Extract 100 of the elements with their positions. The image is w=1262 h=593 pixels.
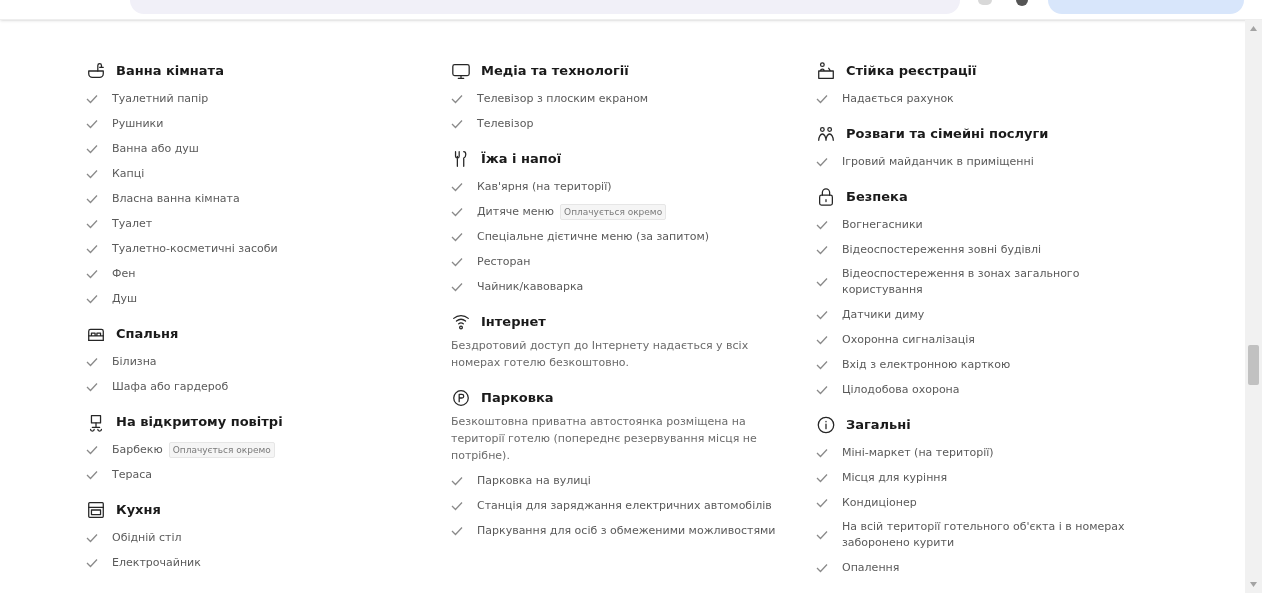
amenity-label: Цілодобова охорона: [842, 381, 960, 398]
checkmark-icon: [816, 447, 828, 458]
checkmark-icon: [86, 532, 98, 543]
amenity-label: Телевізор з плоским екраном: [477, 90, 649, 107]
amenity-label: Капці: [112, 165, 145, 182]
section-heading: Ванна кімната: [116, 62, 224, 81]
amenity-label: Фен: [112, 265, 136, 282]
scrollbar-thumb[interactable]: [1248, 345, 1259, 385]
checkmark-icon: [451, 525, 463, 536]
checkmark-icon: [816, 334, 828, 345]
amenity-label: Датчики диму: [842, 306, 925, 323]
section-heading: Інтернет: [481, 313, 546, 332]
profile-icon[interactable]: [1016, 0, 1028, 6]
amenity-label: Туалетний папір: [112, 90, 209, 107]
amenity-label: На всій території готельного об'єкта і в номерах заборонено курити: [842, 519, 1126, 551]
info-icon: [816, 415, 836, 435]
section-heading: Їжа і напої: [481, 150, 562, 169]
checkmark-icon: [816, 530, 828, 540]
wifi-icon: [451, 312, 471, 332]
checkmark-icon: [451, 231, 463, 242]
checkmark-icon: [86, 218, 98, 229]
amenity-label: Туалетно-косметичні засоби: [112, 240, 278, 257]
section-heading: На відкритому повітрі: [116, 413, 283, 432]
amenity-label: Вхід з електронною карткою: [842, 356, 1011, 373]
checkmark-icon: [816, 277, 828, 287]
section-heading: Розваги та сімейні послуги: [846, 125, 1049, 144]
section-heading: Стійка реєстрації: [846, 62, 977, 81]
checkmark-icon: [86, 268, 98, 279]
menu-icon[interactable]: [978, 0, 992, 5]
account-button[interactable]: [1048, 0, 1244, 14]
amenity-label: Дитяче меню: [477, 203, 555, 220]
checkmark-icon: [86, 243, 98, 254]
amenity-label: Станція для заряджання електричних автомобілів: [477, 497, 772, 514]
checkmark-icon: [86, 193, 98, 204]
amenity-label: Паркування для осіб з обмеженими можливостями: [477, 522, 776, 539]
amenity-label: Місця для куріння: [842, 469, 948, 486]
extra-charge-tag: Оплачується окремо: [168, 441, 275, 458]
checkmark-icon: [816, 359, 828, 370]
amenity-label: Міні-маркет (на території): [842, 444, 994, 461]
amenity-label: Шафа або гардероб: [112, 378, 229, 395]
checkmark-icon: [451, 118, 463, 129]
scrollbar[interactable]: [1245, 20, 1262, 593]
checkmark-icon: [451, 181, 463, 192]
extra-charge-tag: Оплачується окремо: [560, 203, 667, 220]
checkmark-icon: [451, 500, 463, 511]
amenity-label: Власна ванна кімната: [112, 190, 240, 207]
amenity-label: Опалення: [842, 559, 900, 576]
lock-icon: [816, 187, 836, 207]
amenity-label: Телевізор: [477, 115, 534, 132]
monitor-icon: [451, 61, 471, 81]
checkmark-icon: [816, 93, 828, 104]
amenity-label: Парковка на вулиці: [477, 472, 591, 489]
checkmark-icon: [86, 118, 98, 129]
checkmark-icon: [451, 93, 463, 104]
scroll-down-icon[interactable]: [1250, 582, 1257, 587]
section-heading: Медіа та технології: [481, 62, 629, 81]
checkmark-icon: [86, 143, 98, 154]
checkmark-icon: [86, 469, 98, 480]
amenity-label: Кондиціонер: [842, 494, 917, 511]
checkmark-icon: [816, 156, 828, 167]
amenity-label: Чайник/кавоварка: [477, 278, 584, 295]
bathtub-icon: [86, 61, 106, 81]
scroll-up-icon[interactable]: [1250, 26, 1257, 31]
amenity-label: Туалет: [112, 215, 153, 232]
amenity-label: Охоронна сигналізація: [842, 331, 975, 348]
amenity-label: Барбекю: [112, 441, 163, 458]
checkmark-icon: [86, 168, 98, 179]
checkmark-icon: [86, 444, 98, 455]
section-heading: Загальні: [846, 416, 911, 435]
section-description: Бездротовий доступ до Інтернету надається у всіх номерах готелю безкоштовно.: [451, 338, 750, 371]
checkmark-icon: [451, 281, 463, 292]
oven-icon: [86, 500, 106, 520]
section-heading: Спальня: [116, 325, 179, 344]
amenity-label: Відеоспостереження зовні будівлі: [842, 241, 1042, 258]
amenity-label: Ванна або душ: [112, 140, 199, 157]
section-heading: Кухня: [116, 501, 161, 520]
checkmark-icon: [86, 356, 98, 367]
section-heading: Безпека: [846, 188, 908, 207]
checkmark-icon: [816, 244, 828, 255]
checkmark-icon: [451, 206, 463, 217]
parking-icon: [451, 388, 471, 408]
amenity-label: Кав'ярня (на території): [477, 178, 612, 195]
checkmark-icon: [86, 557, 98, 568]
checkmark-icon: [86, 381, 98, 392]
amenity-label: Надається рахунок: [842, 90, 954, 107]
checkmark-icon: [86, 93, 98, 104]
amenity-label: Рушники: [112, 115, 164, 132]
checkmark-icon: [451, 475, 463, 486]
checkmark-icon: [816, 219, 828, 230]
checkmark-icon: [816, 472, 828, 483]
checkmark-icon: [816, 384, 828, 395]
section-description: Безкоштовна приватна автостоянка розміщена на території готелю (попереднє резервування місця не потрібне).: [451, 414, 758, 464]
section-heading: Парковка: [481, 389, 554, 408]
amenity-label: Спеціальне дієтичне меню (за запитом): [477, 228, 710, 245]
family-icon: [816, 124, 836, 144]
amenity-label: Білизна: [112, 353, 157, 370]
checkmark-icon: [86, 293, 98, 304]
amenity-label: Обідній стіл: [112, 529, 182, 546]
checkmark-icon: [816, 562, 828, 573]
reception-desk-icon: [816, 61, 836, 81]
